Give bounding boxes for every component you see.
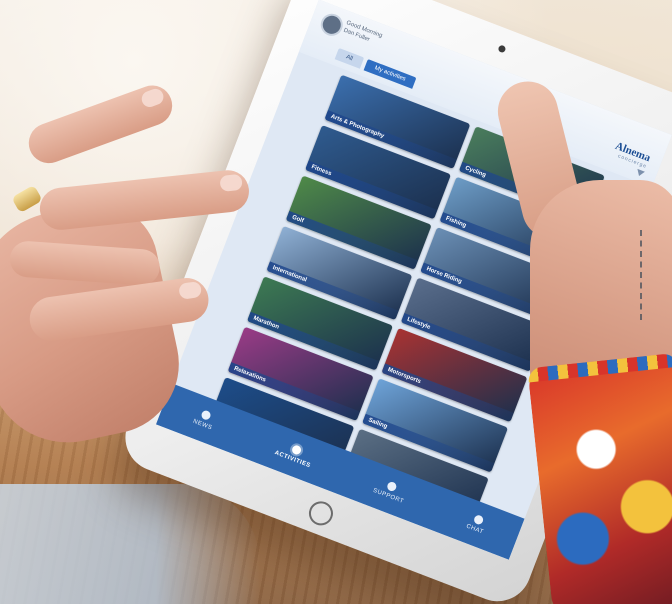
nav-support[interactable]: SUPPORT	[372, 477, 409, 505]
fingernail	[178, 280, 203, 300]
avatar[interactable]	[317, 10, 346, 40]
fingernail	[219, 173, 243, 192]
left-finger-middle	[37, 168, 252, 232]
fingernail	[139, 86, 166, 110]
wedding-ring	[11, 184, 43, 214]
heart-icon	[386, 480, 398, 493]
photo-scene: Good Morning Dan Fuller Alnema concierge…	[0, 0, 672, 604]
nav-support-label: SUPPORT	[372, 487, 405, 505]
left-finger-index	[23, 79, 178, 169]
nav-chat[interactable]: CHAT	[465, 512, 488, 536]
tab-my-activities[interactable]: My activities	[363, 58, 417, 89]
foreground-cloth	[0, 484, 260, 604]
chat-icon	[472, 513, 485, 526]
activities-icon	[290, 443, 303, 456]
tab-all[interactable]: All	[334, 47, 364, 69]
wrist-tattoo	[640, 230, 662, 320]
nav-chat-label: CHAT	[465, 523, 485, 536]
left-hand	[0, 79, 270, 458]
colorful-sleeve	[527, 352, 672, 604]
greeting: Good Morning Dan Fuller	[342, 19, 383, 48]
nav-activities[interactable]: ACTIVITIES	[274, 439, 316, 469]
